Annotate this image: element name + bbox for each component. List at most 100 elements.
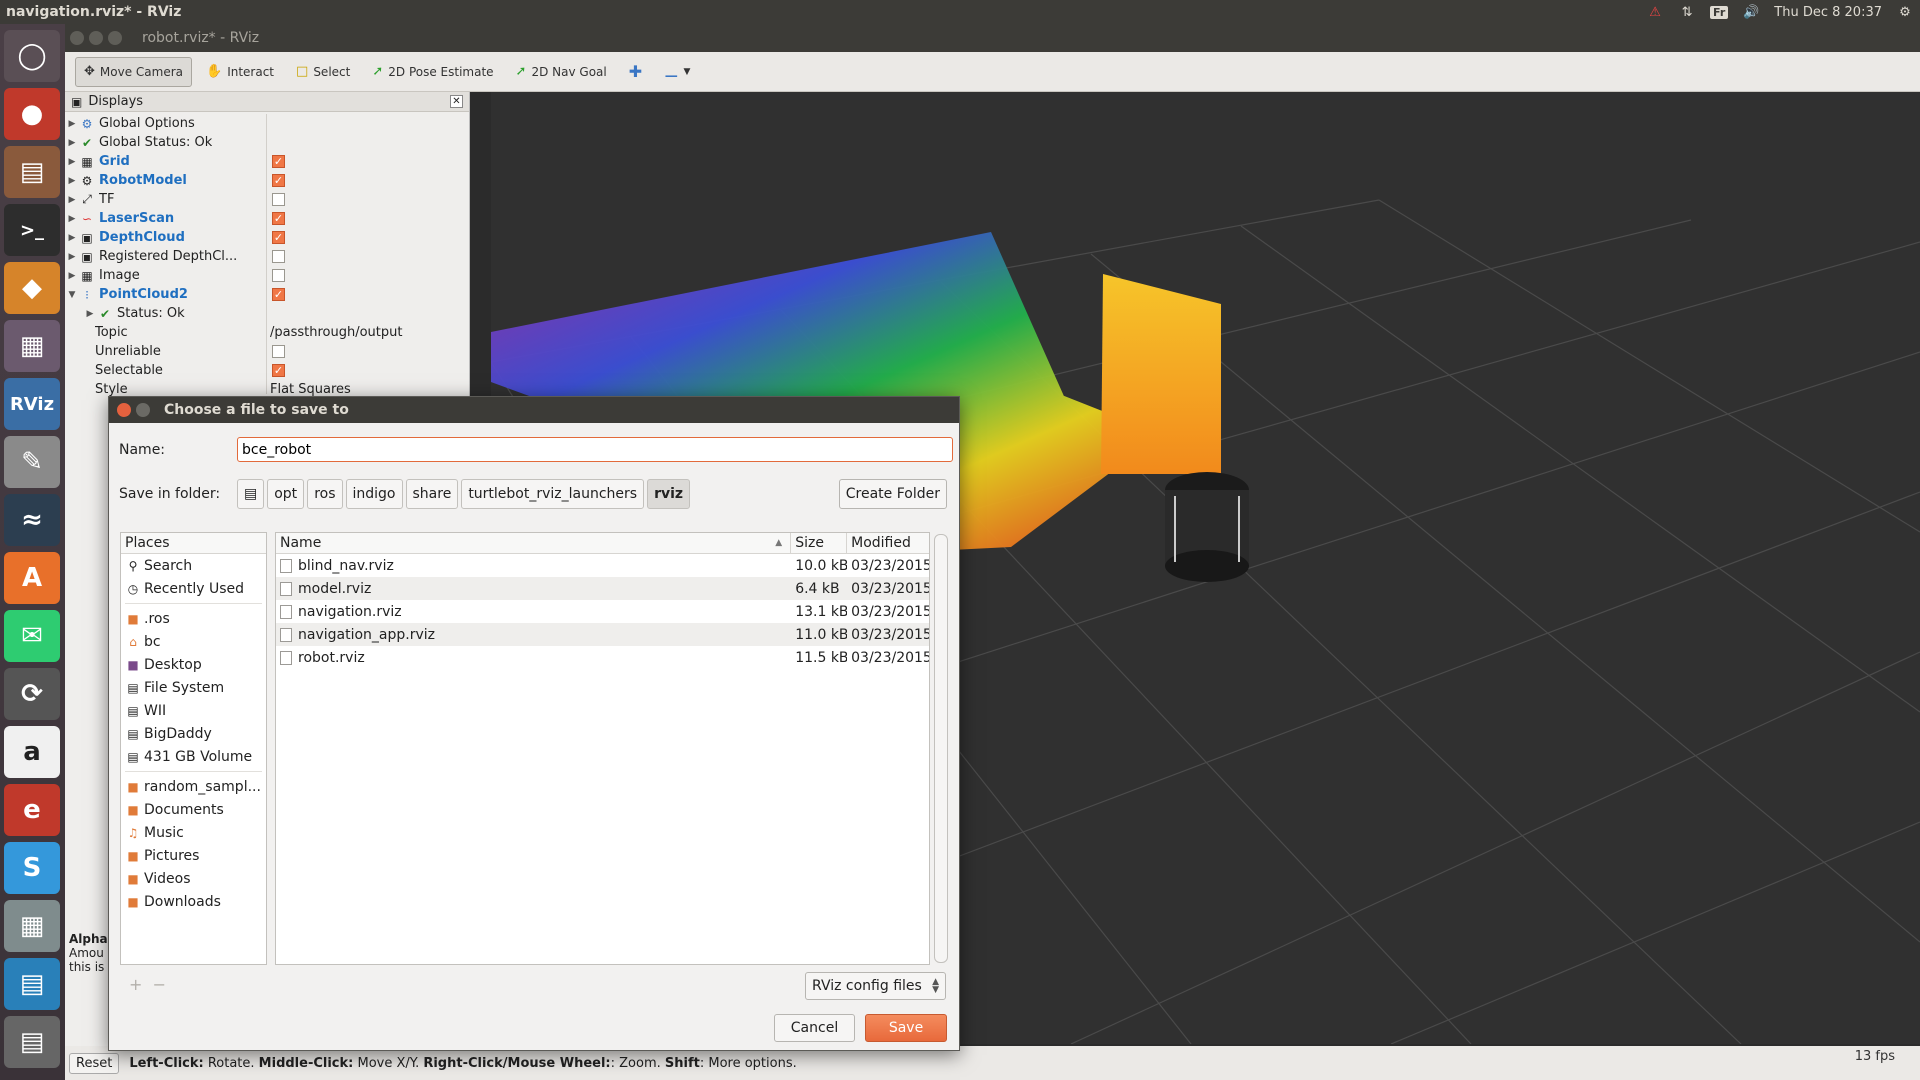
expand-arrow-icon[interactable]: ▶ <box>83 309 97 319</box>
property-selectable[interactable]: Selectable ✓ <box>65 361 470 380</box>
enabled-checkbox[interactable]: ✓ <box>272 212 285 225</box>
files-icon[interactable]: ▤ <box>4 146 60 198</box>
display-global-status[interactable]: ▶ ✔ Global Status: Ok <box>65 133 470 152</box>
collapse-arrow-icon[interactable]: ▼ <box>65 290 79 300</box>
skype-icon[interactable]: S <box>4 842 60 894</box>
terminal-icon[interactable]: >_ <box>4 204 60 256</box>
network-icon[interactable]: ⇅ <box>1678 4 1696 20</box>
expand-arrow-icon[interactable]: ▶ <box>65 214 79 224</box>
display-robotmodel[interactable]: ▶ ⚙ RobotModel ✓ <box>65 171 470 190</box>
nav-goal-button[interactable]: ➚ 2D Nav Goal <box>508 57 615 87</box>
app-window-icon[interactable]: ▤ <box>4 958 60 1010</box>
interact-button[interactable]: ✋ Interact <box>198 57 282 87</box>
file-row[interactable]: robot.rviz 11.5 kB 03/23/2015 <box>276 646 929 669</box>
rviz-icon[interactable]: RViz <box>4 378 60 430</box>
add-remove-bookmark[interactable]: + − <box>129 975 166 994</box>
display-depthcloud[interactable]: ▶ ▣ DepthCloud ✓ <box>65 228 470 247</box>
column-size[interactable]: Size <box>791 533 848 553</box>
place-downloads[interactable]: ■ Downloads <box>121 890 266 913</box>
move-camera-button[interactable]: ✥ Move Camera <box>75 56 192 87</box>
enabled-checkbox[interactable] <box>272 193 285 206</box>
unreliable-checkbox[interactable] <box>272 345 285 358</box>
expand-arrow-icon[interactable]: ▶ <box>65 176 79 186</box>
expand-arrow-icon[interactable]: ▶ <box>65 195 79 205</box>
enabled-checkbox[interactable] <box>272 250 285 263</box>
expand-arrow-icon[interactable]: ▶ <box>65 233 79 243</box>
create-folder-button[interactable]: Create Folder <box>838 479 947 509</box>
display-grid[interactable]: ▶ ▦ Grid ✓ <box>65 152 470 171</box>
place-431gb-volume[interactable]: ▤ 431 GB Volume <box>121 745 266 768</box>
place-recently-used[interactable]: ◷ Recently Used <box>121 577 266 600</box>
crumb-ros[interactable]: ros <box>307 479 343 509</box>
volume-icon[interactable]: 🔊 <box>1742 4 1760 20</box>
crumb-rviz[interactable]: rviz <box>647 479 691 509</box>
property-value[interactable]: Flat Squares <box>270 382 351 397</box>
file-list-scrollbar[interactable] <box>934 534 948 963</box>
eclipse-icon[interactable]: e <box>4 784 60 836</box>
system-monitor-icon[interactable]: ≈ <box>4 494 60 546</box>
select-button[interactable]: □ Select <box>288 57 358 87</box>
expand-arrow-icon[interactable]: ▶ <box>65 252 79 262</box>
text-editor-icon[interactable]: ✎ <box>4 436 60 488</box>
workspaces-icon[interactable]: ▦ <box>4 320 60 372</box>
warning-icon[interactable]: ⚠ <box>1646 4 1664 20</box>
pose-estimate-button[interactable]: ➚ 2D Pose Estimate <box>364 57 501 87</box>
save-button[interactable]: Save <box>865 1014 947 1042</box>
display-pointcloud2[interactable]: ▼ ⁝ PointCloud2 ✓ <box>65 285 470 304</box>
file-row[interactable]: navigation_app.rviz 11.0 kB 03/23/2015 <box>276 623 929 646</box>
property-topic[interactable]: Topic /passthrough/output <box>65 323 470 342</box>
file-type-filter[interactable]: RViz config files ▲ ▼ <box>805 972 946 1000</box>
selectable-checkbox[interactable]: ✓ <box>272 364 285 377</box>
enabled-checkbox[interactable]: ✓ <box>272 155 285 168</box>
place-pictures[interactable]: ■ Pictures <box>121 844 266 867</box>
column-modified[interactable]: Modified <box>847 533 929 553</box>
display-image[interactable]: ▶ ▦ Image <box>65 266 470 285</box>
display-laserscan[interactable]: ▶ ∽ LaserScan ✓ <box>65 209 470 228</box>
dialog-close-button[interactable] <box>117 403 131 417</box>
place-wii[interactable]: ▤ WII <box>121 699 266 722</box>
display-global-options[interactable]: ▶ ⚙ Global Options <box>65 114 470 133</box>
place-music[interactable]: ♫ Music <box>121 821 266 844</box>
reset-button[interactable]: Reset <box>69 1052 120 1074</box>
whatsapp-icon[interactable]: ✉ <box>4 610 60 662</box>
place-videos[interactable]: ■ Videos <box>121 867 266 890</box>
app-stack-icon[interactable]: ▦ <box>4 900 60 952</box>
enabled-checkbox[interactable]: ✓ <box>272 231 285 244</box>
keyboard-layout-indicator[interactable]: Fr <box>1710 5 1729 19</box>
remove-tool-button[interactable]: ⚊ ▼ <box>656 57 698 87</box>
place-documents[interactable]: ■ Documents <box>121 798 266 821</box>
column-name[interactable]: Name ▲ <box>276 533 792 553</box>
enabled-checkbox[interactable]: ✓ <box>272 288 285 301</box>
cancel-button[interactable]: Cancel <box>774 1014 855 1042</box>
amazon-icon[interactable]: a <box>4 726 60 778</box>
expand-arrow-icon[interactable]: ▶ <box>65 119 79 129</box>
window-minimize-button[interactable] <box>89 31 103 45</box>
window-maximize-button[interactable] <box>108 31 122 45</box>
file-row[interactable]: navigation.rviz 13.1 kB 03/23/2015 <box>276 600 929 623</box>
display-registered-depthcloud[interactable]: ▶ ▣ Registered DepthCl... <box>65 247 470 266</box>
crumb-share[interactable]: share <box>405 479 459 509</box>
place-bigdaddy[interactable]: ▤ BigDaddy <box>121 722 266 745</box>
clock[interactable]: Thu Dec 8 20:37 <box>1774 5 1882 20</box>
trash-icon[interactable]: ▤ <box>4 1016 60 1068</box>
enabled-checkbox[interactable]: ✓ <box>272 174 285 187</box>
place-desktop[interactable]: ■ Desktop <box>121 653 266 676</box>
expand-arrow-icon[interactable]: ▶ <box>65 138 79 148</box>
updater-icon[interactable]: ⟳ <box>4 668 60 720</box>
enabled-checkbox[interactable] <box>272 269 285 282</box>
display-tf[interactable]: ▶ ⤢ TF <box>65 190 470 209</box>
chrome-icon[interactable]: ● <box>4 88 60 140</box>
crumb-opt[interactable]: opt <box>267 479 305 509</box>
filename-input[interactable] <box>237 437 953 462</box>
dialog-minimize-button[interactable] <box>136 403 150 417</box>
place-ros[interactable]: ■ .ros <box>121 607 266 630</box>
sublime-icon[interactable]: ◆ <box>4 262 60 314</box>
property-value[interactable]: /passthrough/output <box>270 325 402 340</box>
ubuntu-dash-icon[interactable]: ◯ <box>4 30 60 82</box>
crumb-indigo[interactable]: indigo <box>345 479 403 509</box>
crumb-turtlebot-rviz-launchers[interactable]: turtlebot_rviz_launchers <box>461 479 645 509</box>
close-icon[interactable]: ✕ <box>450 95 463 108</box>
file-row[interactable]: blind_nav.rviz 10.0 kB 03/23/2015 <box>276 554 929 577</box>
add-tool-button[interactable]: ✚ <box>621 57 650 87</box>
window-close-button[interactable] <box>70 31 84 45</box>
